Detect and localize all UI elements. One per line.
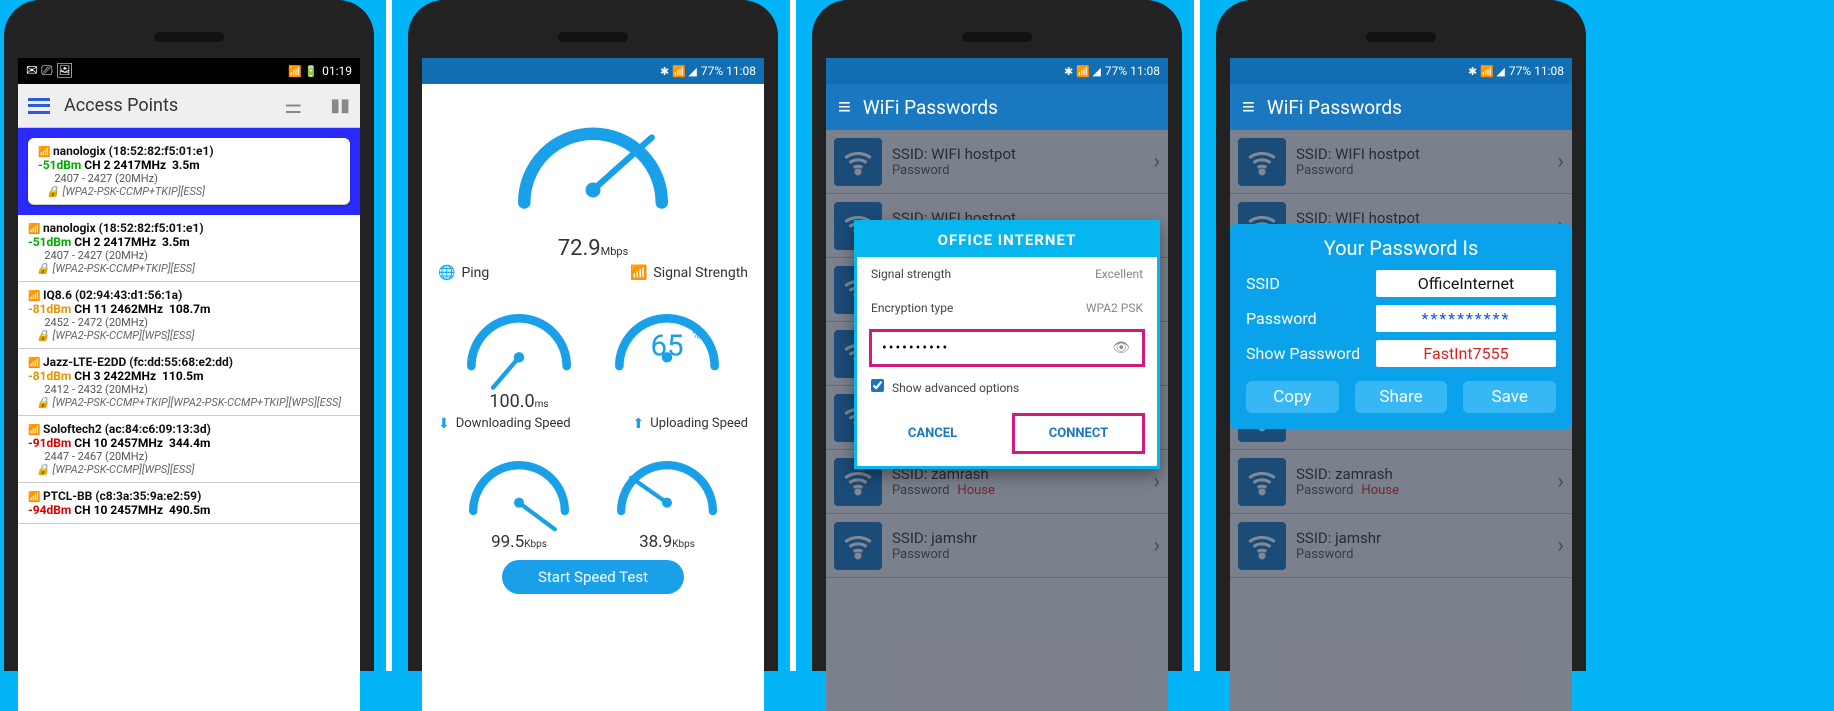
phone-4: ✱ 📶 ◢77% 11:08 ≡ WiFi Passwords SSID: WI… [1216,0,1586,671]
advanced-checkbox[interactable]: Show advanced options [871,381,1019,395]
upload-icon: ⬆ [633,416,645,432]
status-bar: ✱ 📶 ◢77% 11:08 [1230,58,1572,84]
start-speed-test-button[interactable]: Start Speed Test [502,560,684,594]
signal-icon: 📶 [630,265,647,281]
app-bar: ≡ WiFi Passwords [826,84,1168,130]
menu-icon[interactable]: ≡ [1242,94,1255,120]
ap-row[interactable]: Jazz-LTE-E2DD (fc:dd:55:68:e2:dd) -81dBm… [18,349,360,416]
copy-button[interactable]: Copy [1246,381,1339,413]
download-icon: ⬇ [438,416,450,432]
ap-row[interactable]: PTCL-BB (c8:3a:35:9a:e2:59) -94dBm CH 10… [18,483,360,524]
status-bar: ✱ 📶 ◢ 77% 11:08 [422,58,764,84]
upload-gauge [602,436,732,536]
filter-icon[interactable]: ⚌ [284,94,302,118]
phone-1: ✉ ⎚ 🖼 📶 🔋 01:19 Access Points ⚌ ▮▮ nanol… [4,0,374,671]
connect-button[interactable]: CONNECT [1012,413,1145,454]
dialog-title: Your Password Is [1246,236,1556,260]
access-point-list: nanologix (18:52:82:f5:01:e1) -51dBm CH … [18,128,360,711]
status-time: 01:19 [322,64,352,78]
menu-icon[interactable]: ≡ [838,94,851,120]
pause-icon[interactable]: ▮▮ [330,95,350,116]
dialog-title: OFFICE INTERNET [857,223,1157,257]
visibility-icon[interactable]: 👁 [1112,340,1132,356]
cancel-button[interactable]: CANCEL [869,413,996,454]
ping-icon: 🌐 [438,265,455,281]
svg-text:%: % [692,327,701,341]
ssid-value: OfficeInternet [1376,270,1556,297]
save-button[interactable]: Save [1463,381,1556,413]
password-masked: ********** [1376,305,1556,332]
ping-gauge [454,285,584,395]
ap-card-selected[interactable]: nanologix (18:52:82:f5:01:e1) -51dBm CH … [28,138,350,205]
password-field[interactable]: •••••••••• 👁 [869,329,1145,367]
page-title: Access Points [64,95,178,116]
app-bar: Access Points ⚌ ▮▮ [18,84,360,128]
app-bar: ≡ WiFi Passwords [1230,84,1572,130]
svg-text:65: 65 [650,330,683,364]
status-bar: ✉ ⎚ 🖼 📶 🔋 01:19 [18,58,360,84]
password-plain: FastInt7555 [1376,340,1556,367]
main-gauge [498,90,688,240]
password-dialog: Your Password Is SSIDOfficeInternet Pass… [1230,224,1572,429]
connect-dialog: OFFICE INTERNET Signal strengthExcellent… [854,220,1160,469]
signal-gauge: 65% [602,285,732,395]
phone-3: ✱ 📶 ◢77% 11:08 ≡ WiFi Passwords SSID: WI… [812,0,1182,671]
menu-icon[interactable] [28,98,50,114]
status-bar: ✱ 📶 ◢77% 11:08 [826,58,1168,84]
phone-2: ✱ 📶 ◢ 77% 11:08 72.9Mbps 🌐Ping 📶Signal S… [408,0,778,671]
page-title: WiFi Passwords [863,96,998,119]
ap-row[interactable]: Soloftech2 (ac:84:c6:09:13:3d) -91dBm CH… [18,416,360,483]
share-button[interactable]: Share [1355,381,1448,413]
ap-row[interactable]: nanologix (18:52:82:f5:01:e1) -51dBm CH … [18,215,360,282]
page-title: WiFi Passwords [1267,96,1402,119]
download-gauge [454,436,584,536]
ap-row[interactable]: IQ8.6 (02:94:43:d1:56:1a) -81dBm CH 11 2… [18,282,360,349]
